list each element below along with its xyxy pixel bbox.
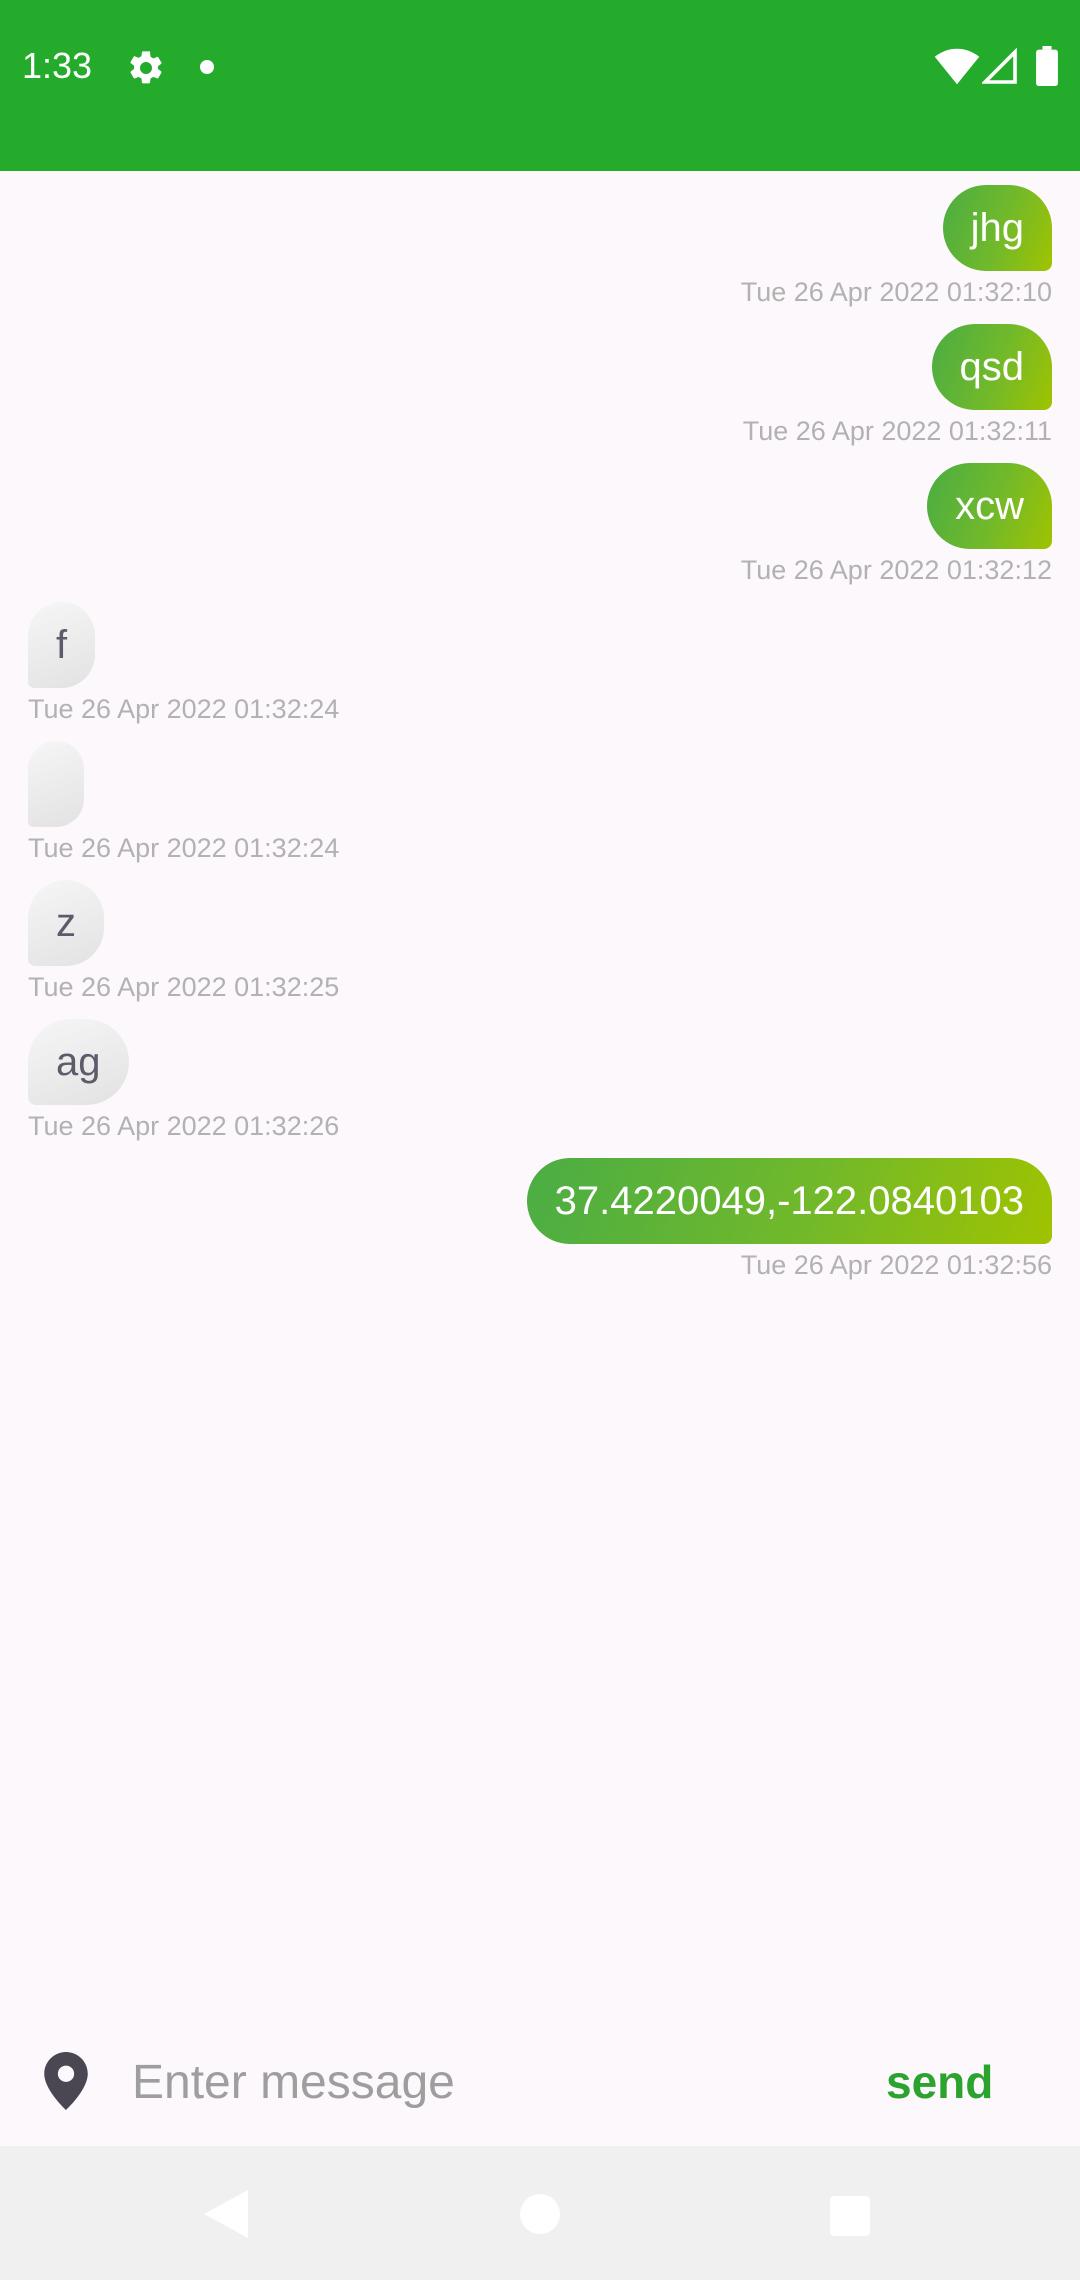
message-item: jhg Tue 26 Apr 2022 01:32:10 — [0, 185, 1080, 315]
message-input[interactable] — [132, 2040, 872, 2124]
signal-icon — [982, 48, 1017, 84]
outgoing-message-bubble[interactable]: qsd — [931, 324, 1052, 410]
message-item: ag Tue 26 Apr 2022 01:32:26 — [0, 1019, 1080, 1149]
message-item: f Tue 26 Apr 2022 01:32:24 — [0, 602, 1080, 732]
back-icon[interactable] — [204, 2190, 248, 2238]
incoming-message-bubble[interactable]: ag — [28, 1019, 129, 1105]
message-timestamp: Tue 26 Apr 2022 01:32:11 — [742, 416, 1052, 446]
status-time: 1:33 — [22, 45, 93, 86]
system-nav-bar — [0, 2146, 1080, 2280]
message-timestamp: Tue 26 Apr 2022 01:32:25 — [28, 972, 340, 1002]
message-timestamp: Tue 26 Apr 2022 01:32:26 — [28, 1111, 340, 1141]
incoming-message-bubble[interactable]: z — [28, 880, 104, 966]
message-composer: send — [0, 2030, 1080, 2146]
message-timestamp: Tue 26 Apr 2022 01:32:24 — [28, 694, 340, 724]
message-item: Tue 26 Apr 2022 01:32:24 — [0, 741, 1080, 871]
battery-icon — [1036, 46, 1058, 86]
message-item: 37.4220049,-122.0840103 Tue 26 Apr 2022 … — [0, 1158, 1080, 1288]
wifi-icon — [934, 48, 980, 85]
outgoing-message-bubble[interactable]: jhg — [942, 185, 1052, 271]
message-item: xcw Tue 26 Apr 2022 01:32:12 — [0, 463, 1080, 593]
outgoing-message-bubble[interactable]: xcw — [927, 463, 1052, 549]
message-timestamp: Tue 26 Apr 2022 01:32:56 — [740, 1250, 1052, 1280]
notification-dot-icon — [200, 60, 214, 74]
message-timestamp: Tue 26 Apr 2022 01:32:24 — [28, 833, 340, 863]
outgoing-location-message-bubble[interactable]: 37.4220049,-122.0840103 — [526, 1158, 1052, 1244]
message-item: z Tue 26 Apr 2022 01:32:25 — [0, 880, 1080, 1010]
recents-icon[interactable] — [830, 2196, 870, 2236]
incoming-message-bubble[interactable]: f — [28, 602, 96, 688]
gear-icon — [130, 51, 162, 84]
message-item: qsd Tue 26 Apr 2022 01:32:11 — [0, 324, 1080, 454]
location-pin-icon[interactable] — [44, 2052, 88, 2110]
send-button[interactable]: send — [886, 2052, 993, 2112]
incoming-message-bubble[interactable] — [28, 741, 84, 827]
message-timestamp: Tue 26 Apr 2022 01:32:10 — [740, 277, 1052, 307]
status-bar: 1:33 — [0, 0, 1080, 171]
home-icon[interactable] — [520, 2194, 560, 2234]
message-timestamp: Tue 26 Apr 2022 01:32:12 — [740, 555, 1052, 585]
